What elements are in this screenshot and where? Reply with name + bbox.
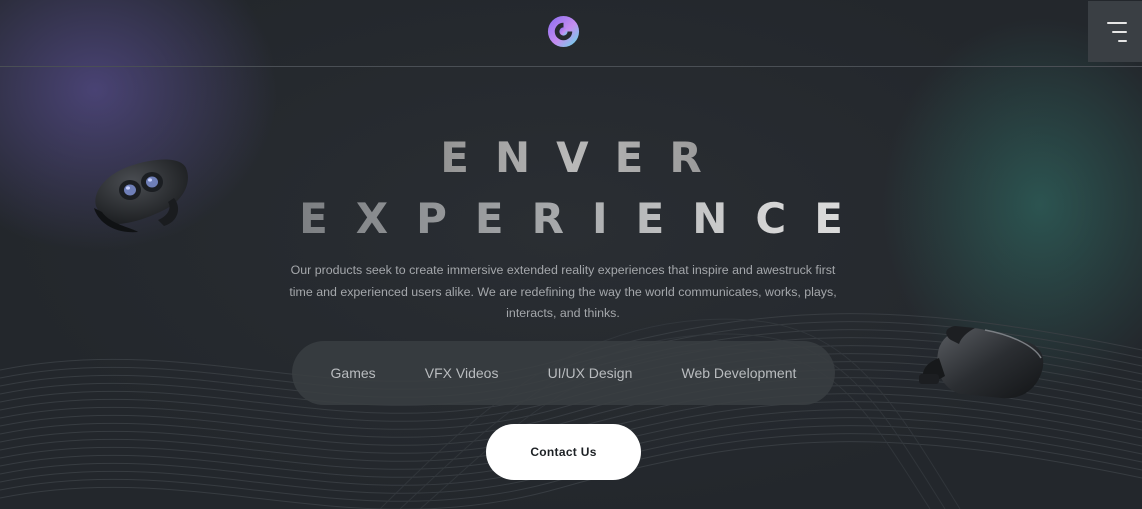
brand-logo-icon[interactable] [546, 14, 581, 49]
top-bar [0, 0, 1142, 67]
menu-line [1112, 31, 1127, 33]
services-tab-bar: Games VFX Videos UI/UX Design Web Develo… [292, 341, 835, 405]
hero-title-line1: ENVER [0, 133, 1142, 183]
menu-line [1118, 40, 1127, 42]
vr-headset-image [919, 326, 1044, 399]
hamburger-menu-icon[interactable] [1088, 1, 1142, 62]
contact-us-button[interactable]: Contact Us [486, 424, 641, 480]
hero-description: Our products seek to create immersive ex… [289, 263, 837, 320]
tab-ui-ux-design[interactable]: UI/UX Design [540, 359, 641, 387]
menu-line [1107, 22, 1127, 24]
hero-title-line2: EXPERIENCE [0, 194, 1142, 244]
tab-web-development[interactable]: Web Development [673, 359, 804, 387]
tab-games[interactable]: Games [323, 359, 384, 387]
tab-vfx-videos[interactable]: VFX Videos [417, 359, 507, 387]
